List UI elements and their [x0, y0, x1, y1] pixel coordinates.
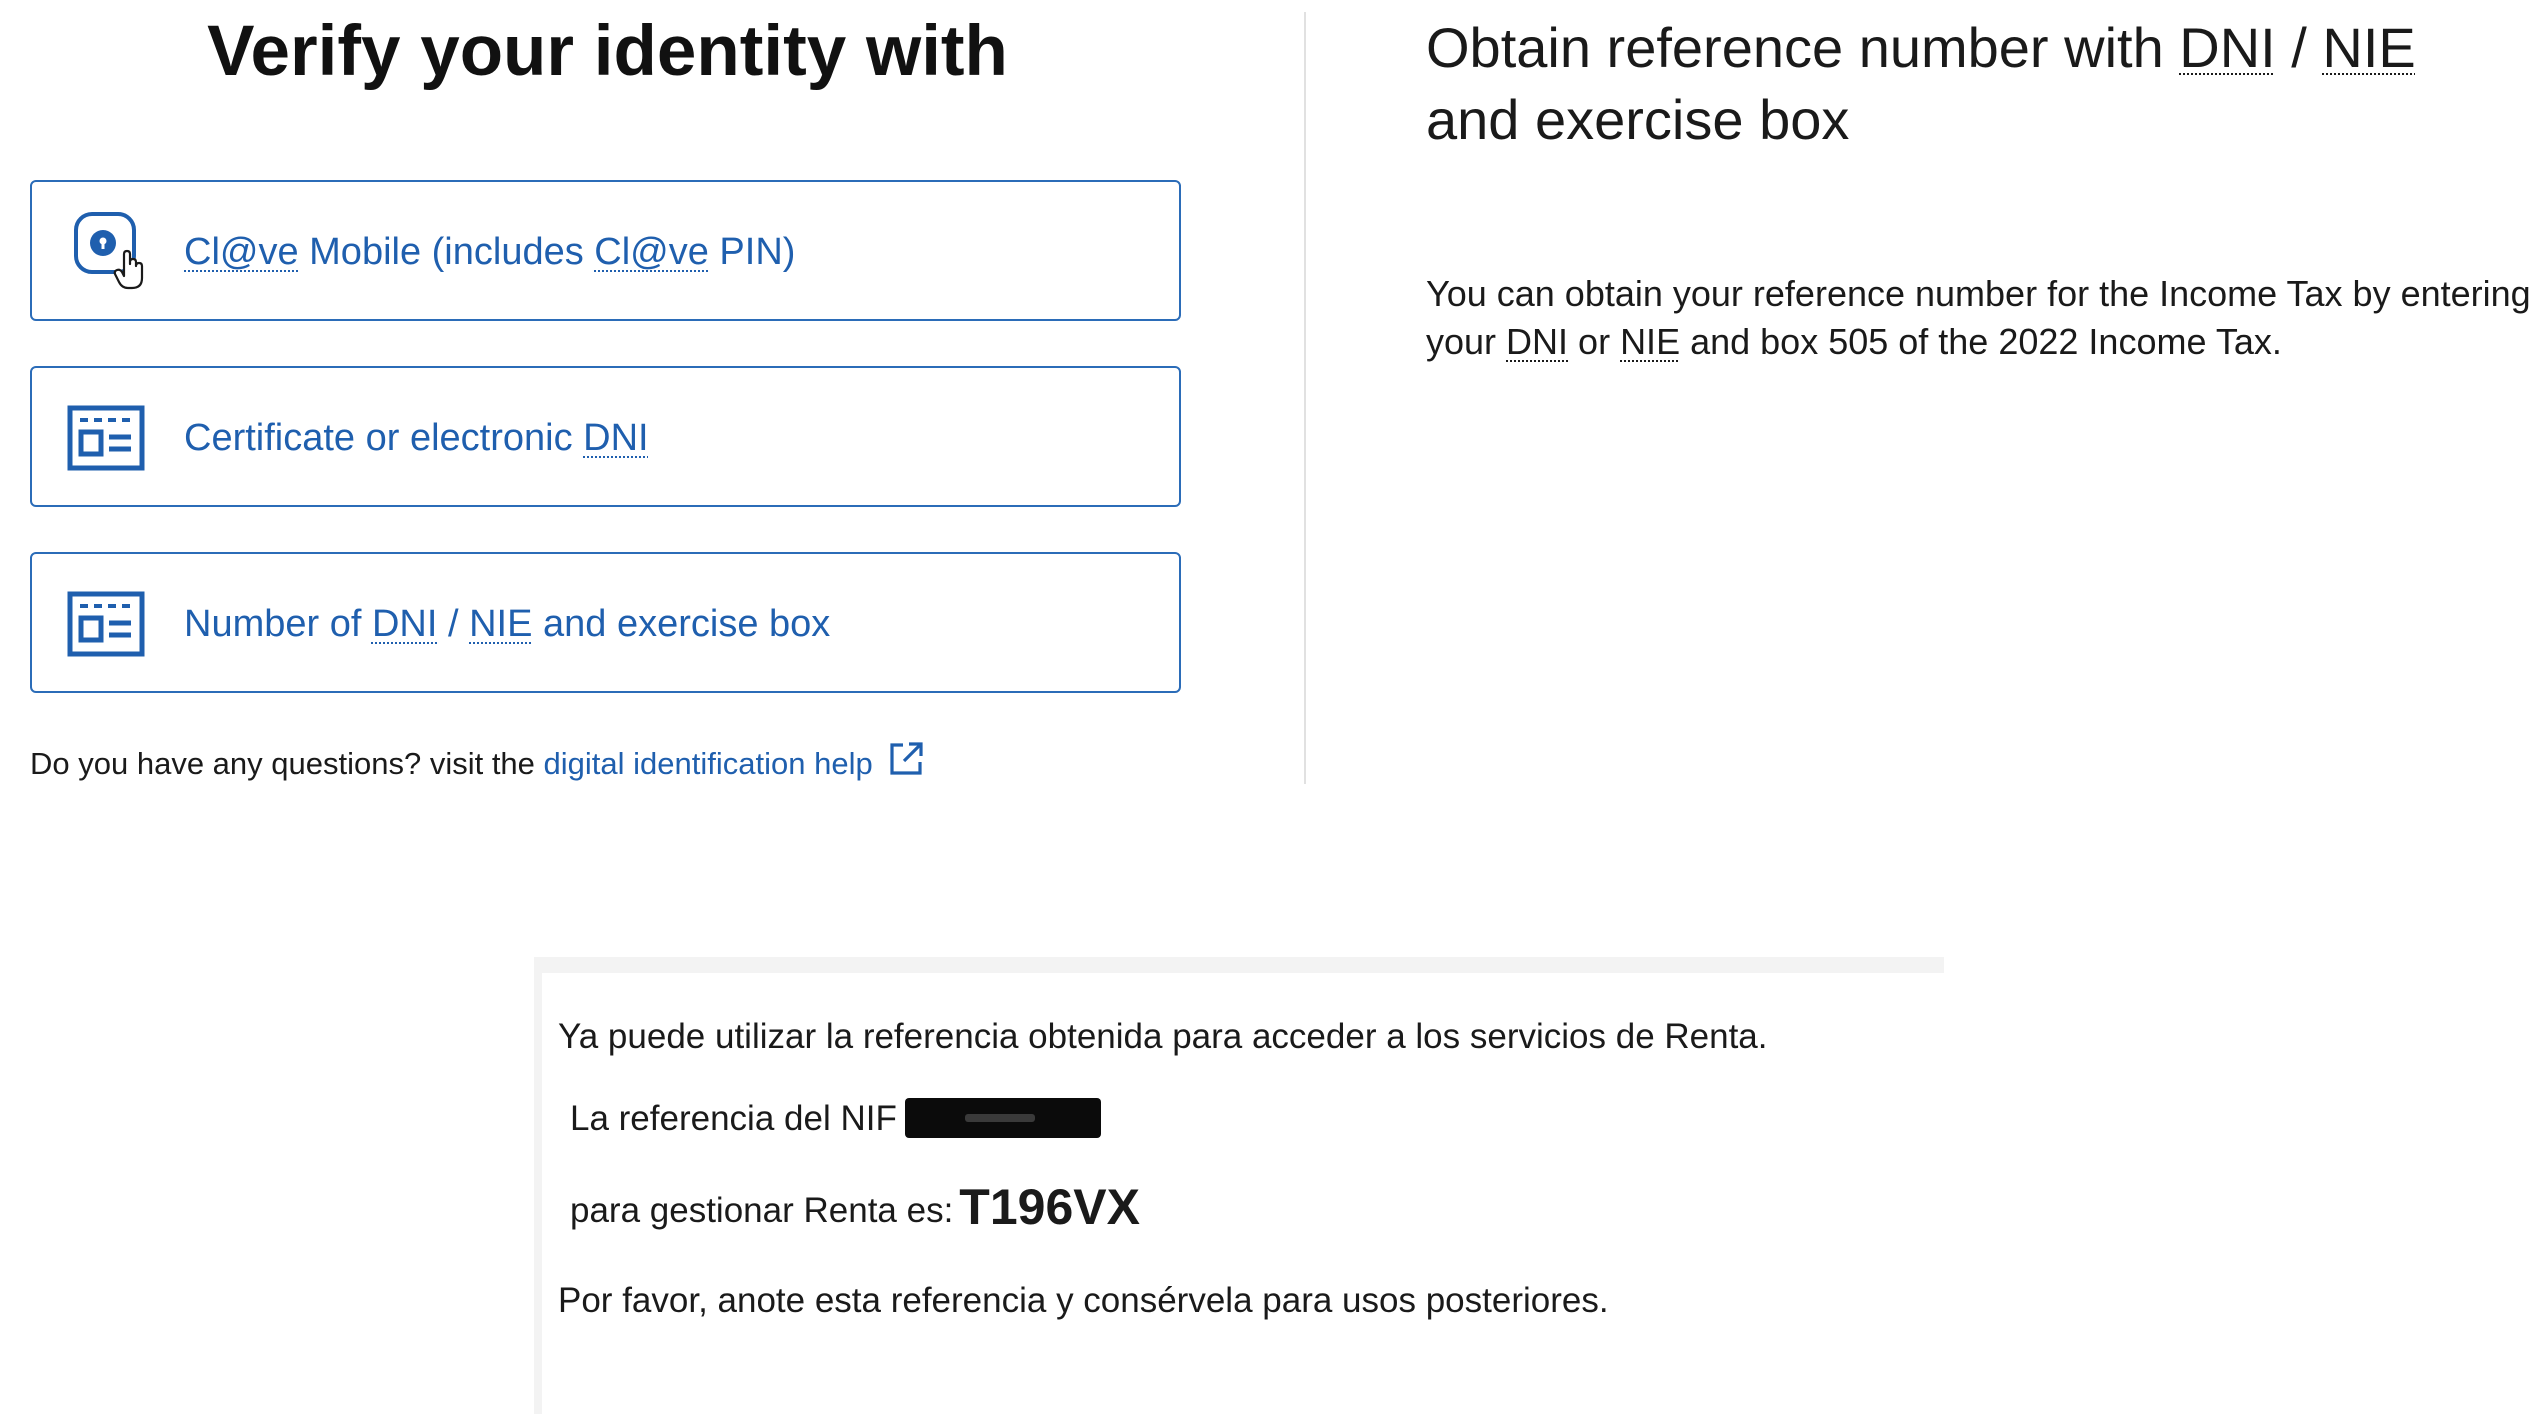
notice-line-reference: para gestionar Renta es: T196VX	[570, 1182, 1140, 1233]
nie-abbreviation: NIE	[1620, 321, 1681, 362]
dni-abbreviation: DNI	[371, 603, 438, 645]
clave-abbreviation: Cl@ve	[184, 231, 299, 273]
reference-desc-text: or	[1568, 321, 1621, 362]
redacted-nif-mark	[904, 1098, 1101, 1138]
external-link-icon[interactable]	[887, 740, 925, 778]
page-title: Verify your identity with	[207, 12, 1008, 91]
nie-abbreviation: NIE	[2322, 16, 2416, 79]
notice-line-ready: Ya puede utilizar la referencia obtenida…	[558, 1017, 1768, 1056]
id-card-icon	[64, 396, 148, 480]
certificate-option-label: Certificate or electronic DNI	[184, 416, 649, 460]
dni-nie-label-text: Number of	[184, 603, 372, 645]
certificate-option-button[interactable]: Certificate or electronic DNI	[30, 366, 1181, 507]
id-card-icon	[64, 582, 148, 666]
help-text: Do you have any questions? visit the dig…	[30, 740, 925, 784]
dni-abbreviation: DNI	[1506, 321, 1569, 362]
reference-title-text: Obtain reference number with	[1426, 16, 2180, 79]
column-divider	[1304, 12, 1306, 784]
help-prefix: Do you have any questions? visit the	[30, 746, 544, 781]
reference-title: Obtain reference number with DNI / NIE a…	[1426, 12, 2536, 156]
digital-identification-help-link[interactable]: digital identification help	[544, 746, 873, 781]
reference-label: para gestionar Renta es:	[570, 1191, 954, 1230]
dni-abbreviation: DNI	[583, 417, 649, 459]
clave-label-text: Mobile (includes	[298, 231, 595, 273]
nie-abbreviation: NIE	[469, 603, 533, 645]
reference-title-text: /	[2275, 16, 2323, 79]
reference-title-text: and exercise box	[1426, 88, 1850, 151]
notice-line-keep: Por favor, anote esta referencia y consé…	[558, 1281, 1609, 1320]
dni-abbreviation: DNI	[2179, 16, 2276, 79]
clave-mobile-option-button[interactable]: Cl@ve Mobile (includes Cl@ve PIN)	[30, 180, 1181, 321]
clave-mobile-option-label: Cl@ve Mobile (includes Cl@ve PIN)	[184, 230, 795, 274]
reference-description: You can obtain your reference number for…	[1426, 270, 2541, 366]
clave-abbreviation: Cl@ve	[594, 231, 709, 273]
notice-line-nif: La referencia del NIF	[570, 1097, 1101, 1141]
reference-desc-text: and box 505 of the 2022 Income Tax.	[1680, 321, 2282, 362]
dni-nie-label-text: /	[437, 603, 470, 645]
nif-label: La referencia del NIF	[570, 1099, 897, 1138]
reference-code: T196VX	[959, 1179, 1140, 1235]
dni-nie-option-button[interactable]: Number of DNI / NIE and exercise box	[30, 552, 1181, 693]
reference-result-notice: Ya puede utilizar la referencia obtenida…	[534, 957, 1944, 1414]
dni-nie-label-text: and exercise box	[532, 603, 831, 645]
dni-nie-option-label: Number of DNI / NIE and exercise box	[184, 602, 830, 646]
clave-mobile-hand-icon	[64, 210, 148, 294]
certificate-label-text: Certificate or electronic	[184, 417, 584, 459]
clave-label-text: PIN)	[708, 231, 796, 273]
